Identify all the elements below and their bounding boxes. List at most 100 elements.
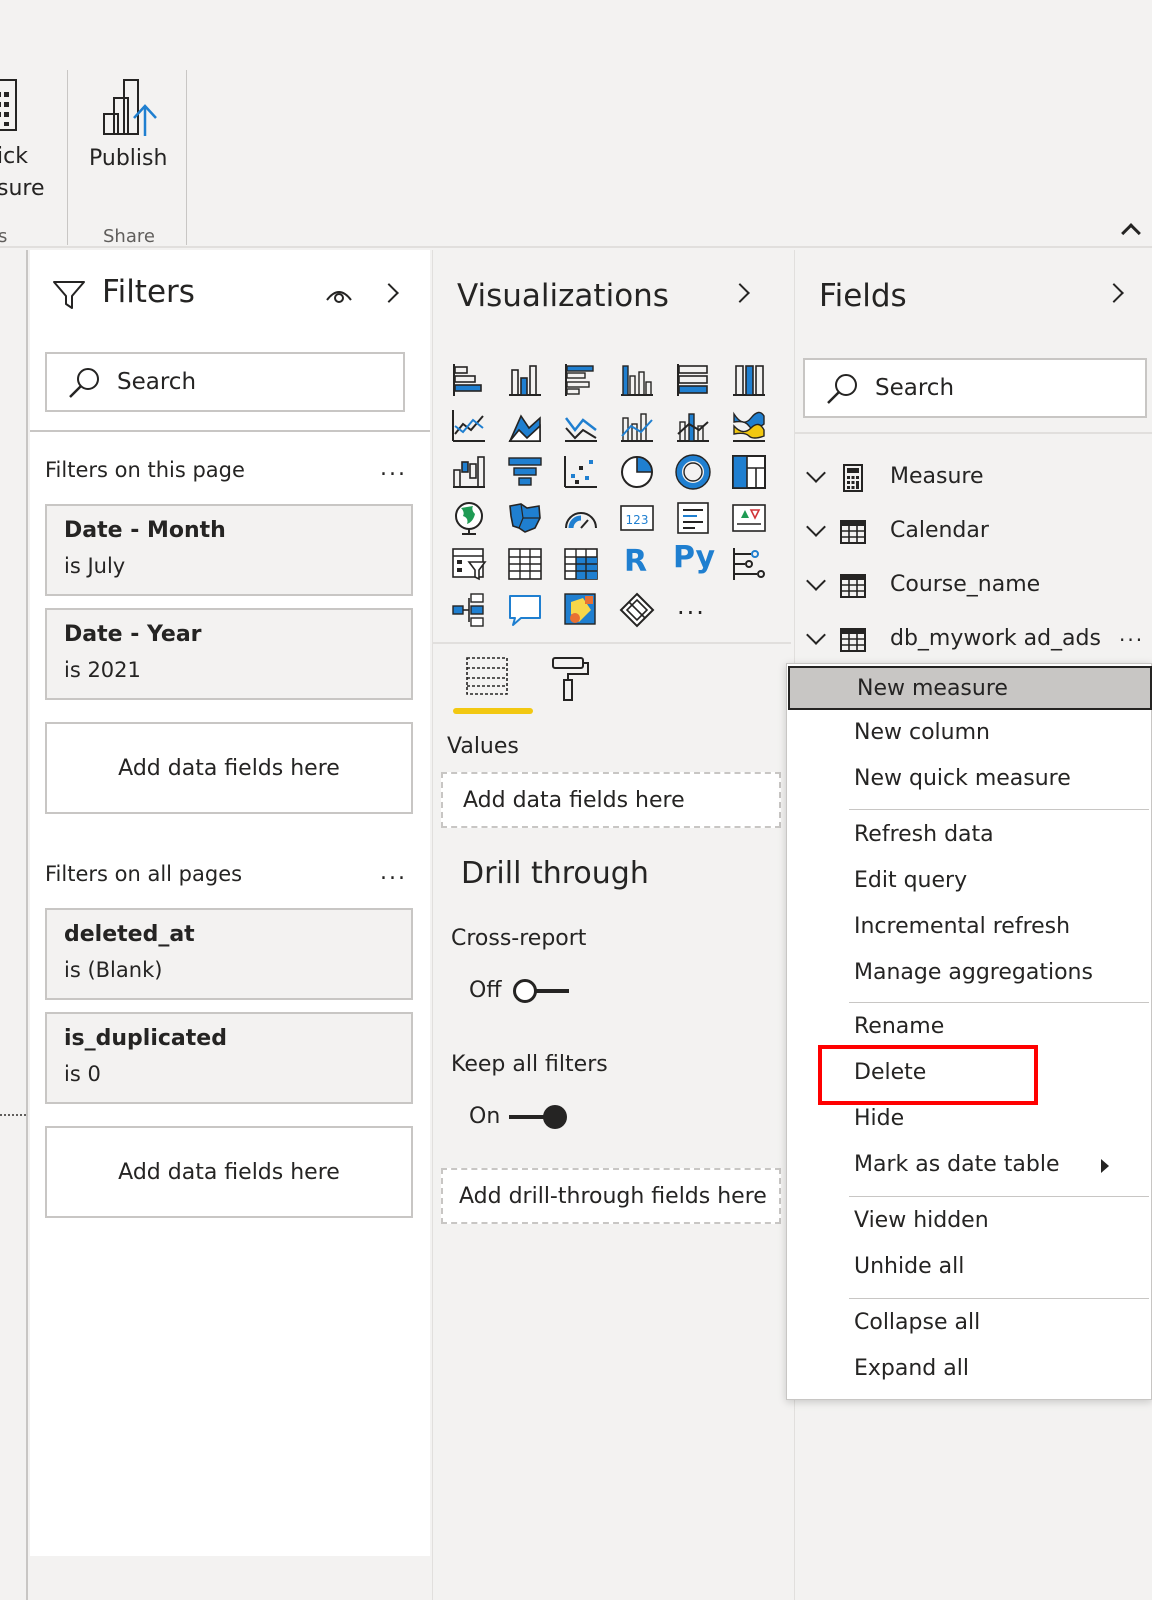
gauge-icon[interactable] xyxy=(563,500,599,536)
multi-row-card-icon[interactable] xyxy=(675,500,711,536)
page-filters-more-icon[interactable]: ... xyxy=(380,456,407,481)
filters-search-box[interactable] xyxy=(45,352,405,412)
line-and-clustered-column-icon[interactable] xyxy=(675,408,711,444)
funnel-chart-icon[interactable] xyxy=(507,454,543,490)
menu-item-view-hidden[interactable]: View hidden xyxy=(787,1200,1151,1244)
menu-item-label: Rename xyxy=(854,1014,945,1039)
quick-measure-button[interactable]: ick sure xyxy=(0,70,60,220)
menu-item-rename[interactable]: Rename xyxy=(787,1006,1151,1050)
expand-chevron-icon[interactable] xyxy=(806,463,826,483)
table-icon xyxy=(839,626,867,654)
stacked-column-chart-icon[interactable] xyxy=(507,362,543,398)
menu-item-manage-aggregations[interactable]: Manage aggregations xyxy=(787,952,1151,996)
decomposition-tree-icon[interactable] xyxy=(451,592,487,628)
pie-chart-icon[interactable] xyxy=(619,454,655,490)
field-table-measure[interactable]: Measure xyxy=(795,454,1151,506)
menu-item-new-measure[interactable]: New measure xyxy=(788,666,1152,710)
collapse-filters-icon[interactable] xyxy=(379,283,399,303)
map-icon[interactable] xyxy=(451,500,487,536)
field-table-course-name[interactable]: Course_name xyxy=(795,562,1151,614)
keep-all-filters-label: Keep all filters xyxy=(451,1052,608,1077)
menu-item-expand-all[interactable]: Expand all xyxy=(787,1348,1151,1392)
format-tab[interactable] xyxy=(549,654,599,714)
add-report-filter-drop-zone[interactable]: Add data fields here xyxy=(45,1126,413,1218)
publish-button[interactable]: Publish xyxy=(78,72,178,182)
100-stacked-column-chart-icon[interactable] xyxy=(731,362,767,398)
search-icon xyxy=(825,372,859,410)
add-page-filter-drop-zone[interactable]: Add data fields here xyxy=(45,722,413,814)
line-and-stacked-column-icon[interactable] xyxy=(619,408,655,444)
slicer-icon[interactable] xyxy=(451,546,487,582)
fields-search-input[interactable] xyxy=(875,370,1125,406)
values-drop-zone[interactable]: Add data fields here xyxy=(441,772,781,828)
more-visuals-icon[interactable]: ... xyxy=(677,592,706,620)
table-more-options-icon[interactable]: ... xyxy=(1119,622,1144,646)
menu-item-label: Delete xyxy=(854,1060,927,1085)
field-table-db-mywork-ad-ads[interactable]: db_mywork ad_ads ... xyxy=(795,616,1151,668)
fields-search-box[interactable] xyxy=(803,358,1147,418)
menu-item-new-quick-measure[interactable]: New quick measure xyxy=(787,758,1151,802)
drill-through-drop-zone[interactable]: Add drill-through fields here xyxy=(441,1168,781,1224)
filled-map-icon[interactable] xyxy=(507,500,543,536)
menu-item-unhide-all[interactable]: Unhide all xyxy=(787,1246,1151,1290)
collapse-visualizations-icon[interactable] xyxy=(730,283,750,303)
key-influencers-icon[interactable] xyxy=(731,546,767,582)
filter-card-deleted-at[interactable]: deleted_at is (Blank) xyxy=(45,908,413,1000)
menu-item-label: Expand all xyxy=(854,1356,969,1381)
python-visual-icon[interactable]: Py xyxy=(673,540,715,575)
expand-chevron-icon[interactable] xyxy=(806,517,826,537)
card-icon[interactable]: 123 xyxy=(619,500,655,536)
filter-card-date-month[interactable]: Date - Month is July xyxy=(45,504,413,596)
filters-divider xyxy=(30,430,430,432)
treemap-icon[interactable] xyxy=(731,454,767,490)
r-script-visual-icon[interactable]: R xyxy=(624,544,647,579)
expand-chevron-icon[interactable] xyxy=(806,625,826,645)
field-table-name: Measure xyxy=(890,464,984,489)
menu-item-incremental-refresh[interactable]: Incremental refresh xyxy=(787,906,1151,950)
matrix-icon[interactable] xyxy=(563,546,599,582)
expand-chevron-icon[interactable] xyxy=(806,571,826,591)
table-visual-icon[interactable] xyxy=(507,546,543,582)
table-icon xyxy=(839,572,867,600)
keep-all-filters-toggle[interactable]: On xyxy=(463,1100,573,1134)
area-chart-icon[interactable] xyxy=(507,408,543,444)
menu-item-delete[interactable]: Delete xyxy=(787,1052,1151,1096)
collapse-ribbon-icon[interactable] xyxy=(1121,223,1141,243)
menu-item-refresh-data[interactable]: Refresh data xyxy=(787,814,1151,858)
clustered-column-chart-icon[interactable] xyxy=(619,362,655,398)
scatter-chart-icon[interactable] xyxy=(563,454,599,490)
field-table-calendar[interactable]: Calendar xyxy=(795,508,1151,560)
menu-item-label: Collapse all xyxy=(854,1310,981,1335)
filters-search-input[interactable] xyxy=(117,364,367,400)
menu-item-collapse-all[interactable]: Collapse all xyxy=(787,1302,1151,1346)
cross-report-toggle[interactable]: Off xyxy=(463,974,573,1008)
publish-icon xyxy=(102,76,160,140)
fields-title: Fields xyxy=(819,278,907,314)
power-apps-visual-icon[interactable] xyxy=(619,592,655,628)
menu-item-mark-as-date-table[interactable]: Mark as date table xyxy=(787,1144,1151,1188)
clustered-bar-chart-icon[interactable] xyxy=(563,362,599,398)
donut-chart-icon[interactable] xyxy=(675,454,711,490)
filter-card-date-year[interactable]: Date - Year is 2021 xyxy=(45,608,413,700)
all-pages-filters-more-icon[interactable]: ... xyxy=(380,860,407,885)
fields-tab[interactable] xyxy=(453,654,533,718)
drill-through-title: Drill through xyxy=(461,856,649,891)
smart-narrative-icon[interactable] xyxy=(563,592,599,628)
menu-item-edit-query[interactable]: Edit query xyxy=(787,860,1151,904)
filter-card-is-duplicated[interactable]: is_duplicated is 0 xyxy=(45,1012,413,1104)
kpi-icon[interactable] xyxy=(731,500,767,536)
eye-icon[interactable] xyxy=(325,286,353,310)
ribbon-chart-icon[interactable] xyxy=(731,408,767,444)
collapse-fields-icon[interactable] xyxy=(1104,283,1124,303)
100-stacked-bar-chart-icon[interactable] xyxy=(675,362,711,398)
waterfall-chart-icon[interactable] xyxy=(451,454,487,490)
stacked-area-chart-icon[interactable] xyxy=(563,408,599,444)
stacked-bar-chart-icon[interactable] xyxy=(451,362,487,398)
menu-item-new-column[interactable]: New column xyxy=(787,712,1151,756)
qa-visual-icon[interactable] xyxy=(507,592,543,628)
svg-text:123: 123 xyxy=(626,513,649,527)
menu-item-hide[interactable]: Hide xyxy=(787,1098,1151,1142)
filters-pane-footer xyxy=(30,1556,430,1600)
line-chart-icon[interactable] xyxy=(451,408,487,444)
filter-card-condition: is 2021 xyxy=(64,658,141,682)
